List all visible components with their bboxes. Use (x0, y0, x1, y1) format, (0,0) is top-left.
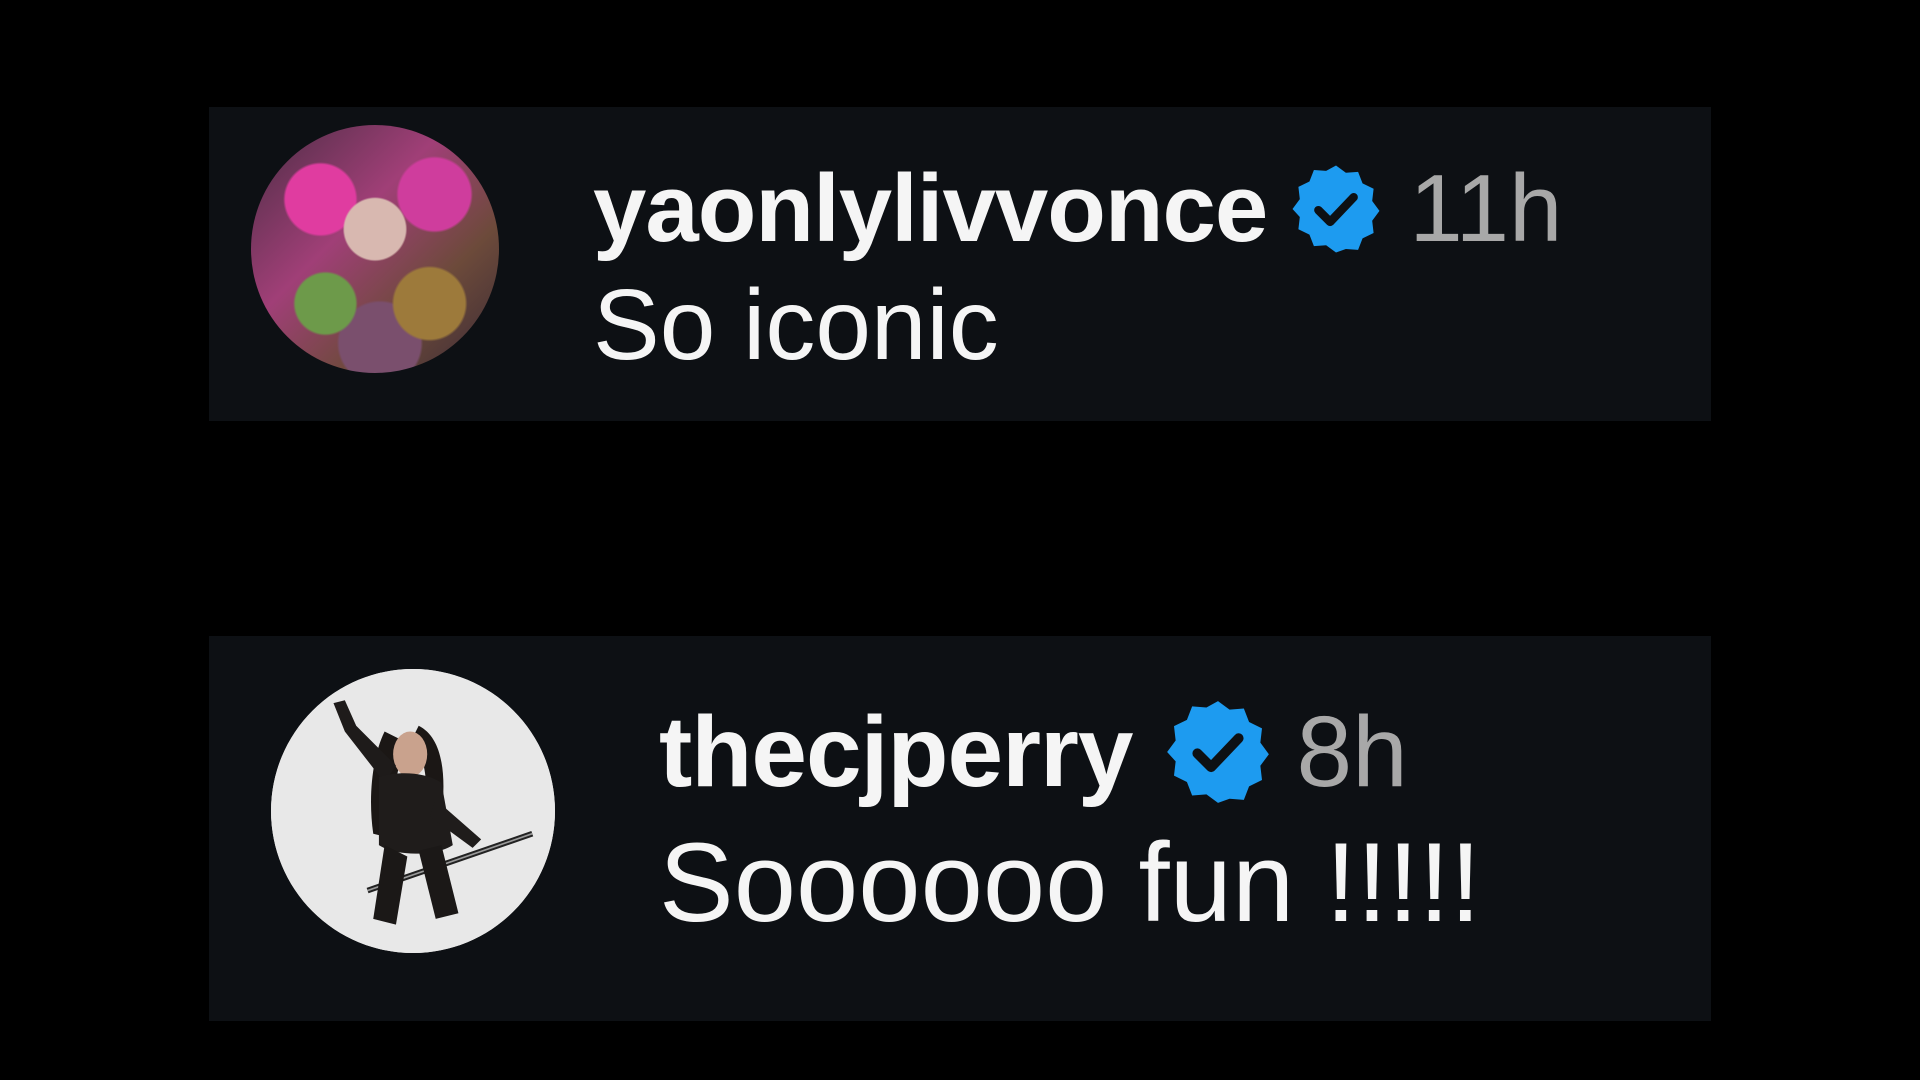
avatar[interactable] (271, 669, 555, 953)
comment-item: yaonlylivvonce 11h So iconic (209, 107, 1711, 421)
comment-content: thecjperry 8h Soooooo fun !!!!! (659, 694, 1481, 948)
comments-screenshot: yaonlylivvonce 11h So iconic thecjperry … (0, 0, 1920, 1080)
comment-text: So iconic (593, 269, 999, 381)
verified-badge-icon (1163, 697, 1273, 807)
comment-timestamp[interactable]: 11h (1409, 154, 1562, 264)
verified-badge-icon (1289, 162, 1383, 256)
comment-header: thecjperry 8h (659, 694, 1481, 810)
comment-timestamp[interactable]: 8h (1297, 695, 1408, 810)
comment-content: yaonlylivvonce 11h So iconic (593, 153, 1562, 385)
comment-text: Soooooo fun !!!!! (659, 820, 1481, 945)
avatar[interactable] (251, 125, 499, 373)
comment-item: thecjperry 8h Soooooo fun !!!!! (209, 636, 1711, 1021)
username-link[interactable]: thecjperry (659, 694, 1134, 810)
username-link[interactable]: yaonlylivvonce (593, 153, 1268, 265)
comment-header: yaonlylivvonce 11h (593, 153, 1562, 265)
